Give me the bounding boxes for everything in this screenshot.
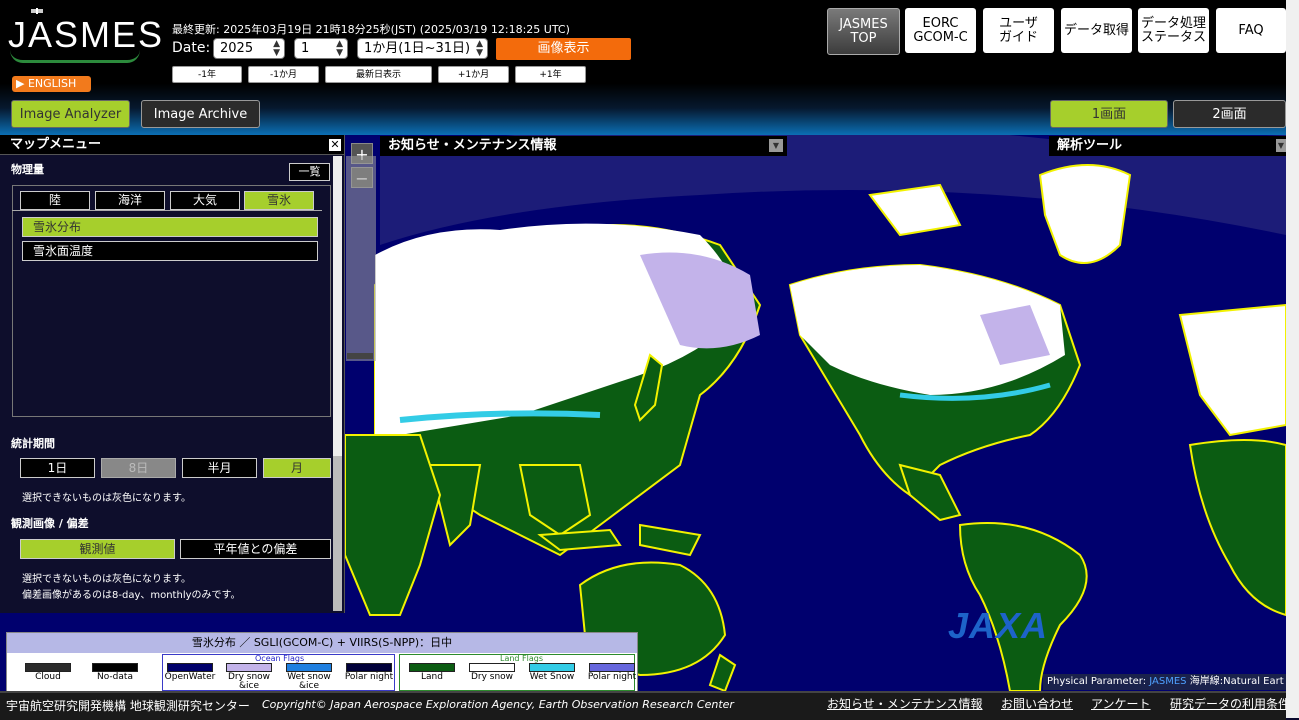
attribution-link[interactable]: JASMES	[1149, 676, 1186, 687]
dual-view-button[interactable]: 2画面	[1173, 100, 1286, 128]
jasmes-top-button[interactable]: JASMES TOP	[827, 8, 900, 55]
zoom-slider-handle[interactable]	[347, 353, 373, 359]
year-select[interactable]: 2025 ▲ ▼	[213, 38, 285, 59]
period-8day-button[interactable]: 8日	[101, 458, 176, 478]
legend-swatch	[529, 663, 575, 672]
footer-link-contact[interactable]: お問い合わせ	[1001, 695, 1073, 712]
image-archive-tab[interactable]: Image Archive	[141, 100, 260, 128]
legend-swatch-label: Land	[421, 672, 443, 682]
faq-button[interactable]: FAQ	[1216, 8, 1286, 53]
footer-link-survey[interactable]: アンケート	[1091, 695, 1151, 712]
attribution-coast: 海岸線:Natural Eart	[1189, 676, 1284, 687]
anomaly-button[interactable]: 平年値との偏差	[180, 539, 331, 559]
legend-swatch-label: Polar night	[587, 672, 637, 682]
list-button[interactable]: 一覧	[289, 163, 330, 181]
map-menu-title: マップメニュー	[0, 135, 344, 155]
legend-swatch-label: Wet Snow	[529, 672, 575, 682]
data-download-button[interactable]: データ取得	[1061, 8, 1132, 53]
gray-note-2: 選択できないものは灰色になります。	[22, 574, 191, 585]
anomaly-note: 偏差画像があるのは8-day、monthlyのみです。	[22, 590, 241, 601]
gray-note: 選択できないものは灰色になります。	[22, 493, 191, 504]
footer-org: 宇宙航空研究開発機構 地球観測研究センター	[6, 699, 250, 713]
panel-scroll-thumb[interactable]	[333, 156, 342, 456]
legend-swatch-label: OpenWater	[164, 672, 216, 682]
analysis-tools-title: 解析ツール	[1057, 138, 1123, 153]
updown-icon: ▲ ▼	[336, 39, 343, 58]
play-arrow-icon: ▶	[16, 77, 28, 90]
map-attribution: Physical Parameter: JASMES 海岸線:Natural E…	[1043, 674, 1286, 690]
land-flags-label: Land Flags	[500, 654, 544, 663]
satellite-icon	[31, 8, 43, 14]
collapse-chevron-icon[interactable]: ▼	[769, 139, 783, 152]
legend-swatch	[167, 663, 213, 672]
jaxa-logo: JAXA	[948, 605, 1049, 646]
english-button[interactable]: ▶ ENGLISH	[12, 76, 91, 92]
physical-quantity-label: 物理量	[11, 163, 44, 176]
english-label: ENGLISH	[27, 77, 77, 90]
legend-swatch-label: Dry snow	[470, 672, 514, 682]
period-1day-button[interactable]: 1日	[20, 458, 95, 478]
range-value: 1か月(1日~31日)	[364, 41, 471, 56]
category-divider	[12, 210, 322, 211]
show-image-button[interactable]: 画像表示	[496, 38, 631, 60]
category-cryosphere-tab[interactable]: 雪氷	[244, 191, 314, 210]
footer-link-terms[interactable]: 研究データの利用条件	[1170, 695, 1290, 712]
collapse-chevron-icon[interactable]: ▼	[1276, 139, 1286, 152]
analysis-tools-bar[interactable]: 解析ツール	[1049, 136, 1286, 156]
legend-swatch	[589, 663, 635, 672]
next-month-button[interactable]: +1か月	[438, 66, 509, 83]
month-value: 1	[301, 41, 310, 56]
latest-date-button[interactable]: 最新日表示	[325, 66, 432, 83]
user-guide-button[interactable]: ユーザ ガイド	[983, 8, 1054, 53]
next-year-button[interactable]: +1年	[515, 66, 586, 83]
observed-value-button[interactable]: 観測値	[20, 539, 175, 559]
page-scrollbar[interactable]	[1286, 0, 1299, 718]
attribution-param: Physical Parameter:	[1047, 676, 1147, 687]
notice-bar[interactable]: お知らせ・メンテナンス情報	[380, 136, 787, 156]
zoom-slider-track[interactable]	[346, 156, 376, 361]
legend-swatch-label: Wet snow &ice	[287, 672, 331, 691]
image-analyzer-tab[interactable]: Image Analyzer	[11, 100, 130, 128]
legend-swatch	[226, 663, 272, 672]
logo-swoosh	[10, 50, 140, 63]
period-month-button[interactable]: 月	[263, 458, 331, 478]
range-select[interactable]: 1か月(1日~31日) ▲ ▼	[357, 38, 488, 59]
item-snow-surface-temperature[interactable]: 雪氷面温度	[22, 241, 318, 261]
processing-status-button[interactable]: データ処理 ステータス	[1138, 8, 1209, 53]
legend-swatch	[469, 663, 515, 672]
category-atmosphere-tab[interactable]: 大気	[170, 191, 240, 210]
single-view-button[interactable]: 1画面	[1050, 100, 1168, 128]
eorc-gcomc-button[interactable]: EORC GCOM-C	[905, 8, 976, 53]
legend-swatch-label: Cloud	[35, 672, 61, 682]
map-legend: 雪氷分布 ／ SGLI(GCOM-C) + VIIRS(S-NPP)：日中 Oc…	[6, 632, 638, 692]
prev-month-button[interactable]: -1か月	[248, 66, 319, 83]
last-update-text: 最終更新: 2025年03月19日 21時18分25秒(JST) (2025/0…	[172, 23, 570, 36]
close-icon[interactable]: ✕	[329, 139, 341, 151]
updown-icon: ▲ ▼	[273, 39, 280, 58]
ocean-flags-label: Ocean Flags	[255, 654, 305, 663]
period-halfmonth-button[interactable]: 半月	[182, 458, 257, 478]
legend-swatch	[346, 663, 392, 672]
legend-swatch	[286, 663, 332, 672]
category-ocean-tab[interactable]: 海洋	[95, 191, 165, 210]
updown-icon: ▲ ▼	[476, 39, 483, 58]
notice-title: お知らせ・メンテナンス情報	[388, 138, 557, 153]
prev-year-button[interactable]: -1年	[172, 66, 242, 83]
period-label: 統計期間	[11, 437, 55, 450]
item-snow-ice-distribution[interactable]: 雪氷分布	[22, 217, 318, 237]
category-land-tab[interactable]: 陸	[20, 191, 90, 210]
legend-title: 雪氷分布 ／ SGLI(GCOM-C) + VIIRS(S-NPP)：日中	[7, 633, 637, 653]
obs-anomaly-label: 観測画像 / 偏差	[11, 517, 89, 530]
legend-swatch-label: Polar night	[344, 672, 394, 682]
month-select[interactable]: 1 ▲ ▼	[294, 38, 348, 59]
legend-swatch-label: Dry snow &ice	[227, 672, 271, 691]
footer-copyright: Copyright© Japan Aerospace Exploration A…	[262, 698, 734, 711]
legend-swatch	[25, 663, 71, 672]
legend-swatch	[409, 663, 455, 672]
footer-link-notice[interactable]: お知らせ・メンテナンス情報	[827, 695, 983, 712]
year-value: 2025	[220, 41, 254, 56]
date-label: Date:	[172, 40, 211, 56]
legend-swatch-label: No-data	[97, 672, 133, 682]
legend-swatch	[92, 663, 138, 672]
